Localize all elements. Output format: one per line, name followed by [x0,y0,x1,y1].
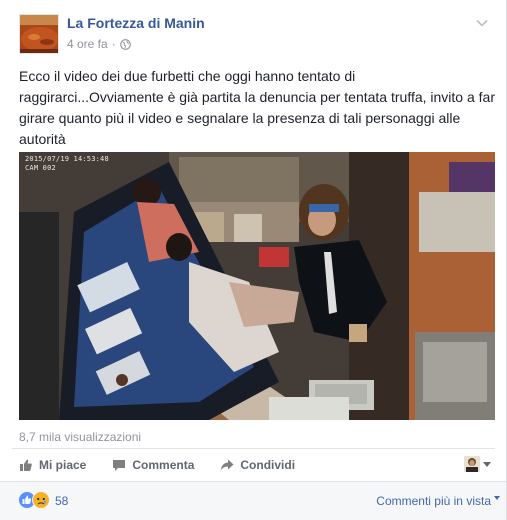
reactions-bar: 58 Commenti più in vista [0,481,506,520]
globe-icon[interactable] [119,38,131,50]
video-player[interactable]: 2015/07/19 14:53:48 CAM 002 [19,152,495,420]
share-label: Condividi [240,457,296,472]
page-avatar[interactable] [19,14,59,54]
comment-button[interactable]: Commenta [112,458,194,472]
share-button[interactable]: Condividi [220,458,295,472]
sad-icon [32,491,50,509]
reaction-count[interactable]: 58 [55,494,68,508]
post-as-selector[interactable] [464,456,491,472]
camera-label: CAM 002 [25,164,56,172]
like-button[interactable]: Mi piace [19,458,86,472]
share-icon [221,459,234,470]
post-header: La Fortezza di Manin 4 ore fa · [19,14,489,56]
camera-overlay: 2015/07/19 14:53:48 CAM 002 [25,155,109,173]
caret-down-icon [483,461,491,467]
like-label: Mi piace [39,457,87,472]
meta-separator: · [111,37,116,51]
comment-label: Commenta [132,457,195,472]
chevron-down-icon[interactable] [475,16,489,30]
post-text: Ecco il video dei due furbetti che oggi … [19,68,495,147]
caret-down-icon [494,496,500,500]
thumbs-up-icon [20,459,32,471]
post-card: La Fortezza di Manin 4 ore fa · Ecco il … [0,0,507,520]
comment-sort-dropdown[interactable]: Commenti più in vista [376,494,500,508]
action-bar: Mi piace Commenta Condividi [12,448,495,480]
video-frame [19,152,495,420]
user-avatar [464,456,480,472]
reaction-icons[interactable] [18,491,50,509]
view-count[interactable]: 8,7 mila visualizzazioni [19,430,141,444]
page-name-link[interactable]: La Fortezza di Manin [67,15,205,31]
comment-icon [113,459,126,471]
comment-sort-label: Commenti più in vista [376,494,491,508]
post-meta: 4 ore fa · [67,37,131,51]
camera-timestamp: 2015/07/19 14:53:48 [25,155,109,163]
post-timestamp[interactable]: 4 ore fa [67,37,108,51]
